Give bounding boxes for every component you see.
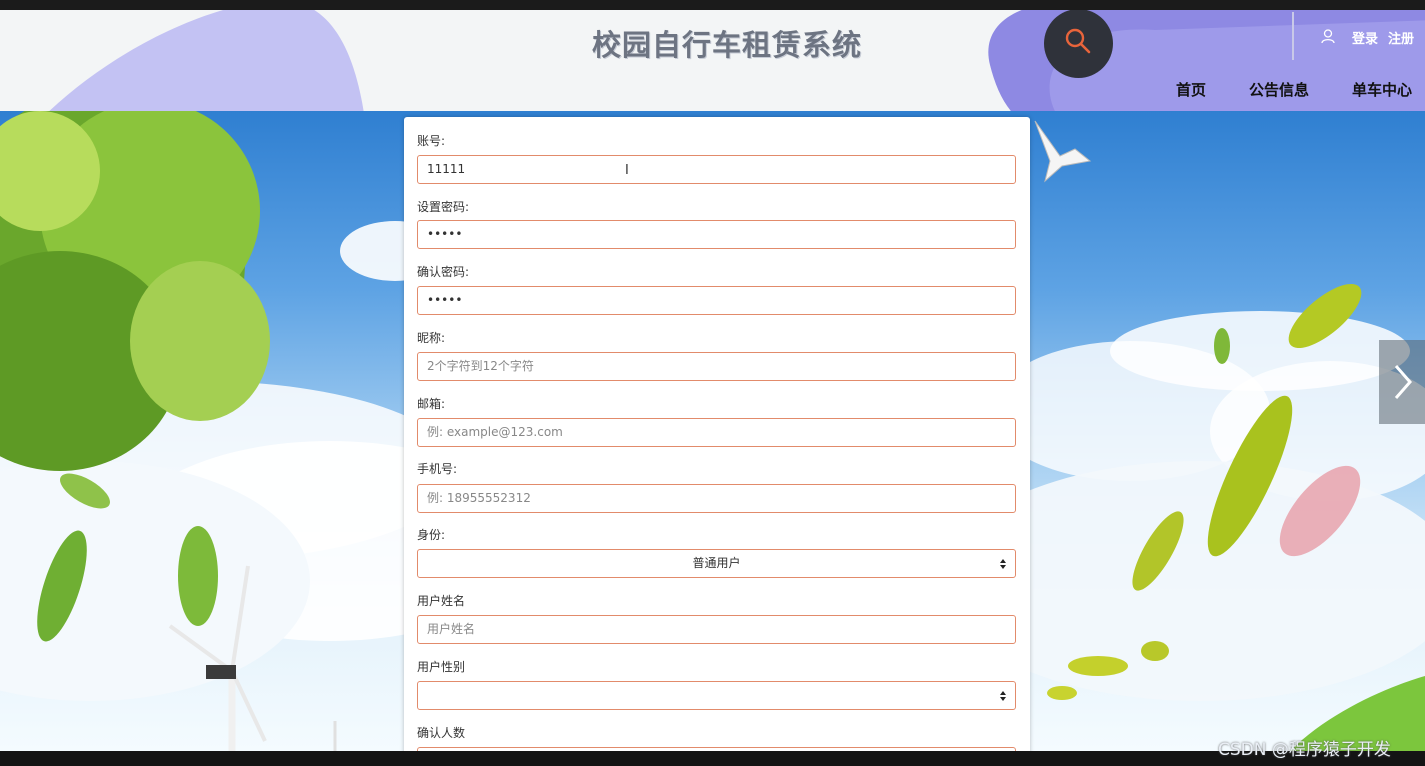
chevron-right-icon [1394, 365, 1412, 399]
real-name-input[interactable]: 用户姓名 [417, 615, 1016, 644]
password-label: 设置密码: [417, 200, 470, 214]
nickname-input[interactable]: 2个字符到12个字符 [417, 352, 1016, 381]
text-cursor-icon: I [625, 163, 629, 178]
password-input[interactable]: ••••• [417, 220, 1016, 249]
select-caret-icon [1000, 559, 1006, 569]
email-input[interactable]: 例: example@123.com [417, 418, 1016, 447]
window-bottom-bar [0, 751, 1425, 766]
real-name-label: 用户姓名 [417, 594, 466, 608]
account-input[interactable]: 11111 [417, 155, 1016, 184]
register-form: 账号: 11111 I 设置密码: ••••• 确认密码: ••••• 昵称: … [404, 117, 1030, 757]
identity-label: 身份: [417, 528, 446, 542]
gender-select[interactable] [417, 681, 1016, 710]
identity-select[interactable]: 普通用户 [417, 549, 1016, 578]
header-divider [1292, 12, 1294, 60]
user-icon [1321, 29, 1335, 44]
phone-input[interactable]: 例: 18955552312 [417, 484, 1016, 513]
nav-bike-center[interactable]: 单车中心 [1352, 79, 1412, 100]
site-title: 校园自行车租赁系统 [592, 28, 863, 62]
register-link[interactable]: 注册 [1388, 28, 1414, 47]
confirm-count-label: 确认人数 [417, 726, 466, 740]
phone-label: 手机号: [417, 462, 458, 476]
email-label: 邮箱: [417, 397, 446, 411]
identity-selected-value: 普通用户 [692, 556, 741, 570]
login-link[interactable]: 登录 [1352, 28, 1378, 47]
window-top-bar [0, 0, 1425, 10]
nav-announcements[interactable]: 公告信息 [1249, 79, 1309, 100]
nickname-label: 昵称: [417, 331, 446, 345]
select-caret-icon [1000, 691, 1006, 701]
search-icon [1065, 28, 1091, 54]
decorative-blob-left [49, 10, 364, 111]
watermark-text: CSDN @程序猿子开发 [1218, 740, 1391, 760]
confirm-password-label: 确认密码: [417, 265, 470, 279]
gender-label: 用户性别 [417, 660, 466, 674]
account-label: 账号: [417, 134, 446, 148]
carousel-next-button[interactable] [1379, 340, 1425, 424]
nav-home[interactable]: 首页 [1176, 79, 1206, 100]
site-header: 校园自行车租赁系统 登录 注册 首页 公告信息 单车中心 [0, 10, 1425, 111]
confirm-password-input[interactable]: ••••• [417, 286, 1016, 315]
search-button[interactable] [1044, 10, 1113, 78]
